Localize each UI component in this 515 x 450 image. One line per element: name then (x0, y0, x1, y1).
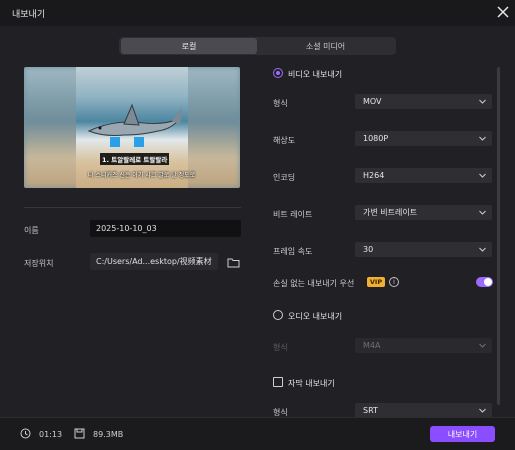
chevron-down-icon (479, 99, 486, 104)
encoding-select[interactable]: H264 (355, 168, 492, 183)
storage-icon (74, 428, 85, 439)
settings-scrollbar[interactable] (497, 67, 500, 405)
lossless-label: 손실 없는 내보내기 우선 (273, 279, 355, 288)
audio-export-label: 오디오 내보내기 (288, 312, 343, 321)
export-button[interactable]: 내보내기 (430, 426, 495, 442)
format-select[interactable]: MOV (355, 94, 492, 109)
chevron-down-icon (479, 136, 486, 141)
folder-icon[interactable] (227, 257, 240, 268)
save-location-label: 저장위치 (24, 259, 54, 268)
subtitle-format-select[interactable]: SRT (355, 403, 492, 418)
video-preview: 1. 트알랄레로 트랄랄라 나 스니커즈 신은 아기 샤크 발로 날 정도로 (24, 67, 240, 188)
name-label: 이름 (24, 226, 39, 235)
video-export-label: 비디오 내보내기 (288, 70, 343, 79)
title-bar: 내보내기 (0, 0, 515, 26)
save-path-field[interactable]: C:/Users/Ad...esktop/视频素材 (90, 253, 218, 270)
clock-icon (20, 428, 31, 439)
footer-bar: 01:13 89.3MB 내보내기 (0, 417, 515, 450)
export-tabs: 로컬 소셜 미디어 (119, 37, 396, 55)
export-dialog: 내보내기 로컬 소셜 미디어 1. 트알랄레로 트랄랄라 나 스니커즈 신은 아… (0, 0, 515, 450)
audio-format-value: M4A (363, 341, 381, 350)
audio-export-radio[interactable] (273, 310, 283, 320)
file-size-text: 89.3MB (93, 430, 124, 439)
dialog-title: 내보내기 (12, 10, 46, 20)
audio-format-select: M4A (355, 338, 492, 353)
bitrate-value: 가변 비트레이트 (363, 208, 418, 217)
vip-badge: VIP (367, 277, 385, 287)
audio-format-label: 형식 (273, 343, 288, 352)
frame-rate-value: 30 (363, 245, 374, 254)
encoding-label: 인코딩 (273, 173, 296, 182)
duration-text: 01:13 (39, 430, 63, 439)
close-icon[interactable] (496, 5, 510, 19)
caption-line-1: 1. 트알랄레로 트랄랄라 (100, 153, 170, 165)
file-name-input[interactable]: 2025-10-10_03 (90, 220, 241, 237)
divider (24, 207, 241, 208)
tab-social-media[interactable]: 소셜 미디어 (257, 38, 394, 54)
frame-rate-label: 프레임 속도 (273, 247, 313, 256)
chevron-down-icon (479, 210, 486, 215)
encoding-value: H264 (363, 171, 385, 180)
chevron-down-icon (479, 247, 486, 252)
format-label: 형식 (273, 99, 288, 108)
subtitle-export-label: 자막 내보내기 (288, 379, 335, 388)
resolution-select[interactable]: 1080P (355, 131, 492, 146)
chevron-down-icon (479, 408, 486, 413)
chevron-down-icon (479, 343, 486, 348)
video-export-radio[interactable] (273, 68, 283, 78)
resolution-value: 1080P (363, 134, 389, 143)
caption-line-2: 나 스니커즈 신은 아기 샤크 발로 날 정도로 (88, 172, 196, 179)
format-value: MOV (363, 97, 382, 106)
info-icon[interactable]: i (389, 277, 399, 287)
subtitle-format-value: SRT (363, 406, 378, 415)
chevron-down-icon (479, 173, 486, 178)
lossless-toggle[interactable] (476, 277, 493, 287)
tab-local[interactable]: 로컬 (121, 38, 257, 54)
shark-image (87, 103, 182, 147)
bitrate-label: 비트 레이트 (273, 210, 313, 219)
subtitle-export-checkbox[interactable] (273, 377, 283, 387)
resolution-label: 해상도 (273, 136, 296, 145)
bitrate-select[interactable]: 가변 비트레이트 (355, 205, 492, 220)
frame-rate-select[interactable]: 30 (355, 242, 492, 257)
